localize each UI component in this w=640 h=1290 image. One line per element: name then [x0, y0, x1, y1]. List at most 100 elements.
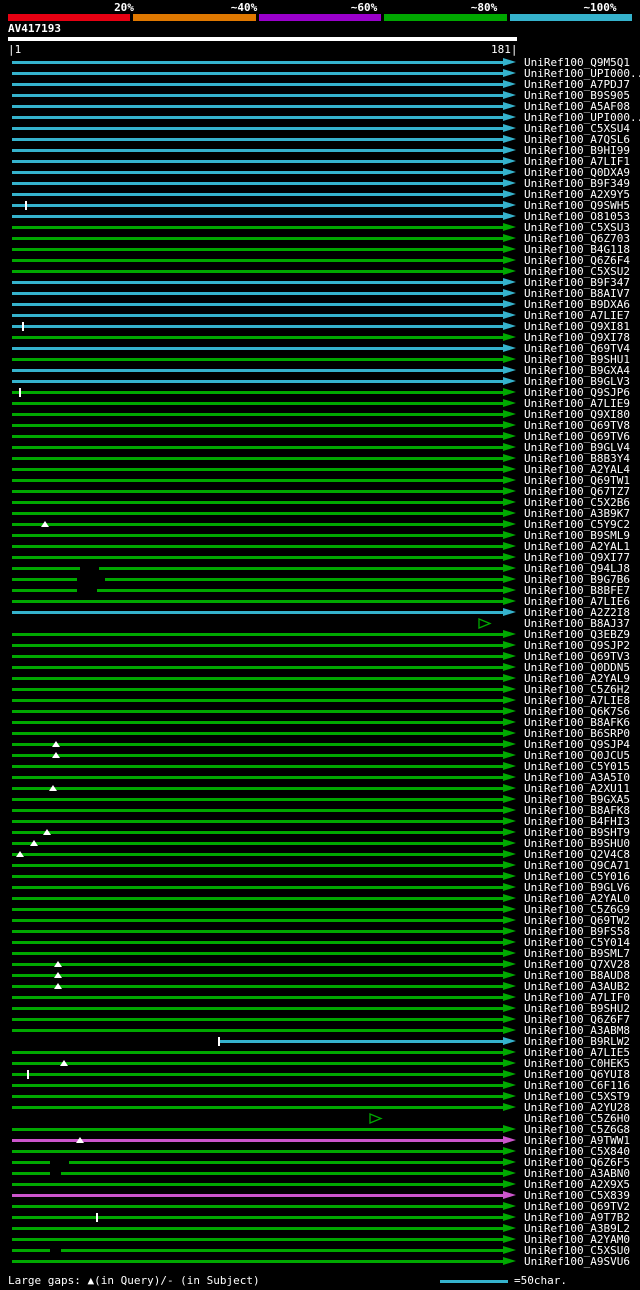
alignment-bar[interactable] — [12, 534, 503, 537]
alignment-bar[interactable] — [12, 1194, 503, 1197]
alignment-bar[interactable] — [12, 204, 503, 207]
alignment-bar[interactable] — [12, 1128, 503, 1131]
alignment-bar[interactable] — [12, 787, 503, 790]
alignment-bar[interactable] — [12, 743, 503, 746]
alignment-bar[interactable] — [12, 1216, 503, 1219]
alignment-bar[interactable] — [12, 699, 503, 702]
alignment-bar[interactable] — [12, 864, 503, 867]
alignment-bar[interactable] — [12, 479, 503, 482]
alignment-bar[interactable] — [12, 688, 503, 691]
alignment-bar[interactable] — [12, 1051, 503, 1054]
alignment-bar[interactable] — [12, 457, 503, 460]
alignment-bar[interactable] — [12, 710, 503, 713]
alignment-bar[interactable] — [12, 765, 503, 768]
alignment-bar[interactable] — [12, 424, 503, 427]
alignment-bar[interactable] — [12, 545, 503, 548]
alignment-bar[interactable] — [12, 193, 503, 196]
alignment-bar[interactable] — [12, 1073, 503, 1076]
alignment-bar[interactable] — [12, 820, 503, 823]
alignment-bar[interactable] — [12, 314, 503, 317]
alignment-bar[interactable] — [12, 985, 503, 988]
alignment-bar[interactable] — [12, 1084, 503, 1087]
alignment-bar[interactable] — [219, 1040, 503, 1043]
alignment-bar[interactable] — [12, 160, 503, 163]
alignment-bar[interactable] — [12, 468, 503, 471]
alignment-bar[interactable] — [12, 270, 503, 273]
hit-label[interactable]: UniRef100_A9SVU6 — [524, 1256, 630, 1267]
alignment-bar[interactable] — [12, 171, 503, 174]
alignment-bar[interactable] — [12, 347, 503, 350]
alignment-bar[interactable] — [12, 61, 503, 64]
alignment-bar[interactable] — [12, 1227, 503, 1230]
alignment-bar[interactable] — [12, 1062, 503, 1065]
alignment-bar[interactable] — [12, 215, 503, 218]
alignment-bar[interactable] — [12, 358, 503, 361]
alignment-bar[interactable] — [12, 776, 503, 779]
alignment-bar[interactable] — [12, 853, 503, 856]
alignment-bar[interactable] — [12, 1249, 503, 1252]
alignment-bar[interactable] — [12, 1029, 503, 1032]
alignment-bar[interactable] — [12, 1150, 503, 1153]
alignment-bar[interactable] — [12, 644, 503, 647]
alignment-bar[interactable] — [12, 952, 503, 955]
alignment-bar[interactable] — [12, 897, 503, 900]
alignment-bar[interactable] — [12, 963, 503, 966]
alignment-bar[interactable] — [12, 1183, 503, 1186]
alignment-bar[interactable] — [12, 886, 503, 889]
alignment-bar[interactable] — [12, 798, 503, 801]
alignment-bar[interactable] — [12, 611, 503, 614]
alignment-bar[interactable] — [12, 831, 503, 834]
alignment-bar[interactable] — [12, 721, 503, 724]
alignment-bar[interactable] — [12, 512, 503, 515]
alignment-bar[interactable] — [12, 138, 503, 141]
alignment-bar[interactable] — [12, 842, 503, 845]
alignment-bar[interactable] — [12, 941, 503, 944]
alignment-bar[interactable] — [12, 105, 503, 108]
alignment-bar[interactable] — [12, 1106, 503, 1109]
alignment-bar[interactable] — [12, 116, 503, 119]
alignment-bar[interactable] — [12, 248, 503, 251]
alignment-bar[interactable] — [12, 292, 503, 295]
alignment-bar[interactable] — [12, 303, 503, 306]
alignment-bar[interactable] — [12, 501, 503, 504]
alignment-bar[interactable] — [12, 732, 503, 735]
alignment-bar[interactable] — [12, 875, 503, 878]
alignment-bar[interactable] — [12, 127, 503, 130]
alignment-bar[interactable] — [12, 523, 503, 526]
alignment-bar[interactable] — [12, 633, 503, 636]
alignment-bar[interactable] — [12, 1260, 503, 1263]
alignment-bar[interactable] — [12, 974, 503, 977]
alignment-bar[interactable] — [12, 83, 503, 86]
alignment-bar[interactable] — [12, 369, 503, 372]
alignment-bar[interactable] — [12, 281, 503, 284]
alignment-bar[interactable] — [12, 402, 503, 405]
alignment-bar[interactable] — [12, 1238, 503, 1241]
alignment-bar[interactable] — [12, 391, 503, 394]
alignment-bar[interactable] — [12, 1007, 503, 1010]
alignment-bar[interactable] — [12, 149, 503, 152]
alignment-bar[interactable] — [12, 259, 503, 262]
alignment-bar[interactable] — [12, 226, 503, 229]
alignment-bar[interactable] — [12, 1018, 503, 1021]
alignment-bar[interactable] — [12, 182, 503, 185]
alignment-bar[interactable] — [12, 72, 503, 75]
alignment-bar[interactable] — [12, 490, 503, 493]
alignment-bar[interactable] — [12, 919, 503, 922]
alignment-bar[interactable] — [12, 1161, 503, 1164]
alignment-bar[interactable] — [12, 908, 503, 911]
alignment-bar[interactable] — [12, 754, 503, 757]
alignment-bar[interactable] — [12, 600, 503, 603]
alignment-bar[interactable] — [12, 556, 503, 559]
alignment-bar[interactable] — [12, 435, 503, 438]
alignment-bar[interactable] — [12, 446, 503, 449]
alignment-bar[interactable] — [12, 1172, 503, 1175]
alignment-bar[interactable] — [12, 1095, 503, 1098]
alignment-bar[interactable] — [12, 809, 503, 812]
alignment-bar[interactable] — [12, 655, 503, 658]
alignment-bar[interactable] — [12, 94, 503, 97]
alignment-bar[interactable] — [12, 996, 503, 999]
alignment-bar[interactable] — [12, 1205, 503, 1208]
alignment-bar[interactable] — [12, 325, 503, 328]
alignment-bar[interactable] — [12, 666, 503, 669]
alignment-bar[interactable] — [12, 677, 503, 680]
